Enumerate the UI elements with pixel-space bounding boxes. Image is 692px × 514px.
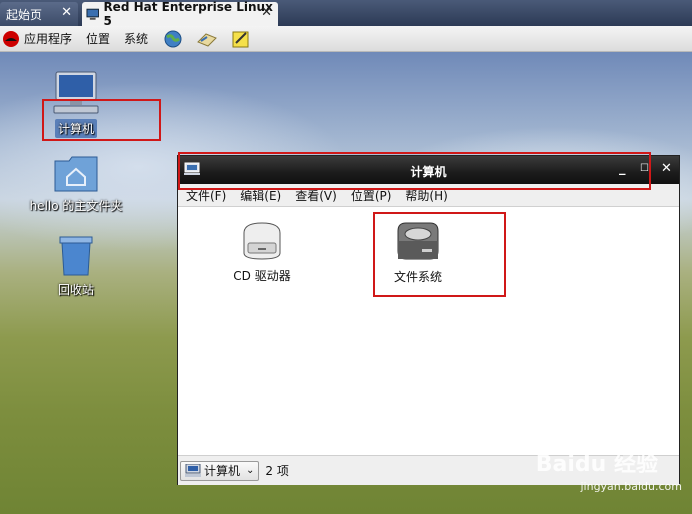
cd-drive-icon	[243, 222, 281, 260]
desktop-icon-label: 计算机	[54, 119, 97, 138]
minimize-icon[interactable]: _	[619, 161, 626, 176]
watermark-brand: Baidu 经验	[535, 452, 658, 477]
file-item-cd-drive[interactable]: CD 驱动器	[222, 219, 302, 284]
menu-edit[interactable]: 编辑(E)	[240, 187, 281, 204]
watermark-url: jingyan.baidu.com	[580, 480, 682, 493]
trash-icon	[59, 236, 93, 276]
close-icon[interactable]: ✕	[261, 5, 272, 20]
vm-icon	[86, 8, 99, 20]
notes-icon[interactable]	[230, 29, 252, 49]
redhat-logo-icon[interactable]	[2, 30, 20, 48]
window-menubar: 文件(F) 编辑(E) 查看(V) 位置(P) 帮助(H)	[178, 184, 679, 207]
mail-icon[interactable]	[196, 29, 218, 49]
location-combo-label: 计算机	[204, 464, 241, 478]
tab-home[interactable]: 起始页 ✕	[0, 2, 78, 26]
location-combo[interactable]: 计算机 ⌄	[180, 460, 260, 481]
tab-rhel5-label: Red Hat Enterprise Linux 5	[103, 0, 273, 28]
desktop-icon-label: hello 的主文件夹	[29, 199, 123, 213]
desktop-icon-label: 回收站	[57, 283, 94, 297]
panel-menu-applications[interactable]: 应用程序	[24, 30, 72, 47]
menu-help[interactable]: 帮助(H)	[405, 187, 447, 204]
file-item-filesystem[interactable]: 文件系统	[378, 221, 458, 285]
computer-icon	[185, 464, 201, 477]
close-icon[interactable]: ✕	[61, 5, 72, 20]
desktop-icon-computer[interactable]: 计算机	[44, 70, 108, 138]
hard-disk-icon	[397, 222, 439, 260]
globe-icon[interactable]	[162, 29, 184, 49]
panel-menu-system[interactable]: 系统	[124, 30, 148, 47]
file-view: CD 驱动器 文件系统	[178, 207, 679, 455]
desktop-icon-home[interactable]: hello 的主文件夹	[14, 153, 138, 215]
computer-icon	[53, 71, 99, 114]
computer-window: 计算机 _ ☐ ✕ 文件(F) 编辑(E) 查看(V) 位置(P) 帮助(H) …	[177, 155, 680, 485]
close-icon[interactable]: ✕	[661, 161, 672, 176]
menu-view[interactable]: 查看(V)	[295, 187, 337, 204]
window-titlebar[interactable]: 计算机 _ ☐ ✕	[178, 156, 679, 184]
file-item-label: CD 驱动器	[233, 269, 291, 283]
chevron-down-icon: ⌄	[246, 465, 255, 476]
menu-file[interactable]: 文件(F)	[186, 187, 226, 204]
file-item-label: 文件系统	[393, 270, 442, 284]
window-title: 计算机	[410, 165, 447, 179]
maximize-icon[interactable]: ☐	[640, 163, 649, 174]
home-folder-icon	[54, 156, 98, 192]
panel-menu-places[interactable]: 位置	[86, 30, 110, 47]
tab-rhel5[interactable]: Red Hat Enterprise Linux 5 ✕	[82, 0, 278, 28]
gnome-top-panel: 应用程序 位置 系统	[0, 26, 692, 52]
menu-places[interactable]: 位置(P)	[351, 187, 392, 204]
desktop-icon-trash[interactable]: 回收站	[44, 233, 108, 299]
tab-home-label: 起始页	[6, 7, 43, 22]
item-count: 2 项	[265, 464, 289, 478]
vm-tab-bar: 起始页 ✕ Red Hat Enterprise Linux 5 ✕	[0, 0, 692, 28]
